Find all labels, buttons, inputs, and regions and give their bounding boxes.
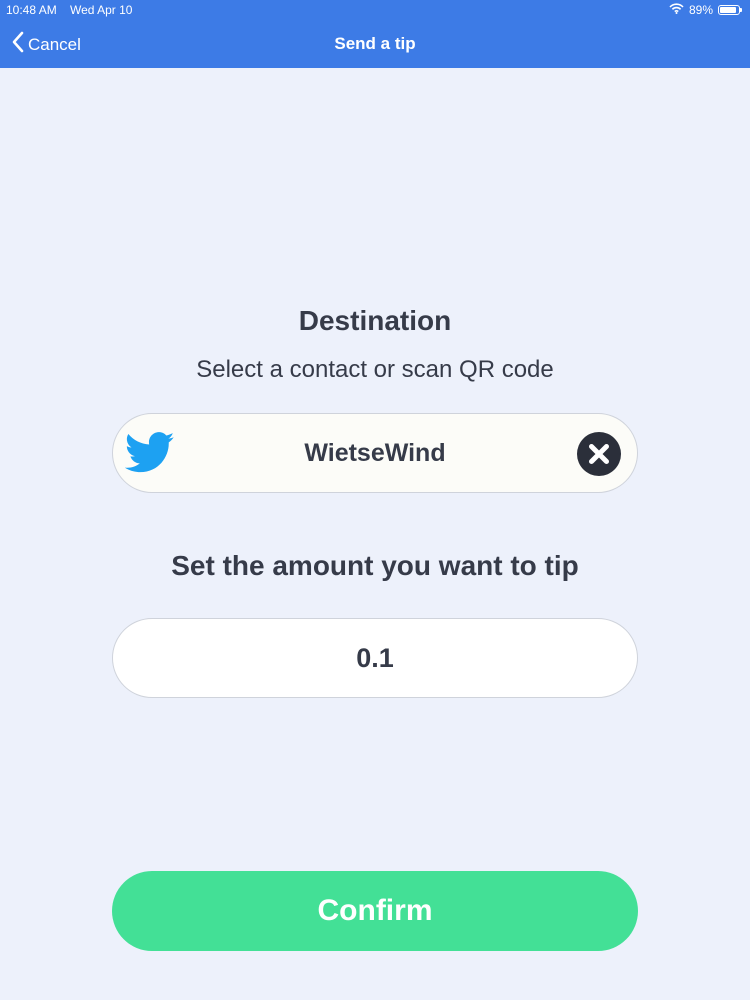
amount-label: Set the amount you want to tip	[171, 550, 579, 581]
battery-percent: 89%	[688, 3, 713, 17]
page-title: Send a tip	[334, 34, 416, 53]
nav-bar: Cancel Send a tip	[0, 22, 750, 66]
destination-subheading[interactable]: Select a contact or scan QR code	[0, 356, 750, 384]
wifi-icon	[669, 3, 684, 17]
battery-icon	[718, 5, 742, 15]
top-bar: 10:48 AM Wed Apr 10 89% Cancel Send a ti…	[0, 0, 750, 68]
destination-heading: Destination	[298, 305, 452, 336]
contact-name: WietseWind	[304, 439, 446, 467]
close-circle-icon[interactable]	[576, 431, 622, 477]
status-date: Wed Apr 10	[70, 3, 133, 17]
status-time: 10:48 AM	[6, 3, 57, 17]
confirm-button[interactable]: Confirm	[112, 871, 638, 951]
amount-input[interactable]	[112, 618, 638, 698]
status-bar: 10:48 AM Wed Apr 10 89%	[0, 0, 750, 20]
destination-field[interactable]: WietseWind	[112, 413, 638, 493]
status-right: 89%	[669, 3, 742, 17]
